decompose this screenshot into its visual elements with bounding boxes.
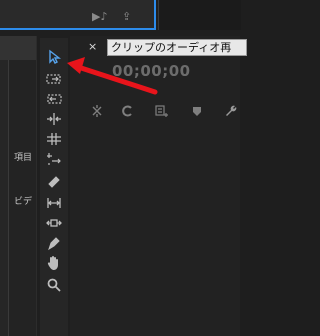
tooltip: クリップのオーディオ再 <box>107 39 247 56</box>
selection-tool-button[interactable] <box>44 48 64 66</box>
tools-panel <box>40 38 68 336</box>
track-select-forward-tool-button[interactable] <box>44 70 64 88</box>
linked-selection-icon <box>122 105 132 117</box>
pen-icon <box>48 237 60 251</box>
premiere-ui: ▶♪ ⇪ 項目 ビデ × クリップのオーディオ再 00;00;00 <box>0 0 247 336</box>
project-panel-header <box>0 36 36 60</box>
rolling-edit-icon <box>47 133 61 145</box>
razor-icon <box>48 176 60 188</box>
hand-icon <box>47 256 58 270</box>
items-count-label: 項目 <box>13 153 32 163</box>
project-panel-list <box>0 60 9 336</box>
slip-icon <box>47 198 61 208</box>
zoom-icon <box>47 278 61 292</box>
slide-icon <box>46 219 62 227</box>
track-select-backward-tool-button[interactable] <box>44 90 64 108</box>
zoom-tool-button[interactable] <box>44 276 64 294</box>
track-select-backward-icon <box>47 94 62 104</box>
add-marker-button[interactable] <box>152 102 170 120</box>
drag-audio-only-button[interactable]: ▶♪ <box>92 10 107 23</box>
export-frame-button[interactable]: ⇪ <box>122 10 131 23</box>
slide-tool-button[interactable] <box>44 214 64 232</box>
linked-selection-button[interactable] <box>118 102 136 120</box>
snap-icon <box>92 105 102 117</box>
timeline-panel <box>70 36 240 336</box>
add-marker-icon <box>155 105 168 117</box>
close-tab-button[interactable]: × <box>88 40 97 53</box>
wrench-icon <box>226 105 237 116</box>
track-select-forward-icon <box>46 74 61 84</box>
timecode-display[interactable]: 00;00;00 <box>112 62 191 80</box>
pen-tool-button[interactable] <box>44 234 64 252</box>
ripple-edit-icon <box>47 113 61 125</box>
timeline-settings-button[interactable] <box>222 102 240 120</box>
marker-icon <box>193 107 201 116</box>
razor-tool-button[interactable] <box>44 172 64 190</box>
rate-stretch-tool-button[interactable] <box>44 150 64 168</box>
rolling-edit-tool-button[interactable] <box>44 130 64 148</box>
source-monitor-panel: ▶♪ ⇪ <box>0 0 156 30</box>
snap-button[interactable] <box>88 102 106 120</box>
marker-button[interactable] <box>188 102 206 120</box>
ripple-edit-tool-button[interactable] <box>44 110 64 128</box>
hand-tool-button[interactable] <box>44 254 64 272</box>
selection-arrow-icon <box>49 49 62 64</box>
rate-stretch-icon <box>47 153 61 165</box>
video-column-label: ビデ <box>13 197 32 207</box>
program-monitor-strip <box>158 0 241 30</box>
project-panel: 項目 ビデ <box>0 36 37 336</box>
slip-tool-button[interactable] <box>44 194 64 212</box>
